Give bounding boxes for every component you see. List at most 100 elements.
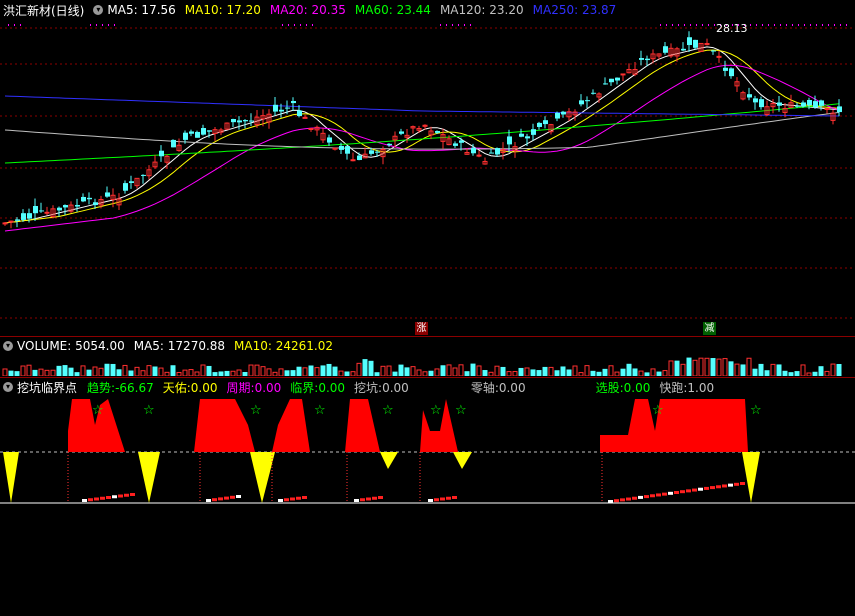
volume-bar xyxy=(746,357,752,376)
candle-down xyxy=(129,181,134,183)
volume-bar xyxy=(230,370,236,376)
signal-dot xyxy=(762,24,763,26)
ma250-label: MA250: 23.87 xyxy=(532,3,617,17)
step-bar xyxy=(206,499,211,502)
step-bar xyxy=(626,497,631,501)
volume-bar xyxy=(116,369,122,376)
volume-bar xyxy=(446,364,452,376)
volume-bar xyxy=(284,370,290,376)
candle-down xyxy=(159,150,164,157)
signal-dot xyxy=(714,24,715,26)
signal-dot xyxy=(822,24,823,26)
candle-up xyxy=(824,107,830,110)
signal-dot xyxy=(452,24,453,26)
step-bar xyxy=(278,499,283,502)
ma20-label: MA20: 20.35 xyxy=(269,3,346,17)
signal-dot xyxy=(108,24,109,26)
volume-bar xyxy=(242,372,248,376)
candle-down xyxy=(27,213,32,219)
step-bar xyxy=(644,495,649,499)
volume-bar xyxy=(20,365,26,376)
volume-bar xyxy=(770,363,776,376)
candle-down xyxy=(345,146,350,154)
signal-dot xyxy=(828,24,829,26)
volume-bar xyxy=(224,370,230,376)
star-icon: ☆ xyxy=(250,403,262,418)
volume-bar xyxy=(272,371,278,376)
candle-down xyxy=(777,102,782,106)
ma20-line xyxy=(4,64,840,232)
volume-bar xyxy=(596,371,602,376)
volume-bar xyxy=(326,363,332,376)
volume-bar xyxy=(800,364,806,376)
candle-down xyxy=(507,136,512,145)
dig-yellow-triangle xyxy=(138,452,160,503)
volume-bar xyxy=(410,366,416,376)
volume-bar xyxy=(32,369,38,376)
step-bar xyxy=(734,482,739,486)
step-bar xyxy=(224,496,229,500)
candle-down xyxy=(555,112,560,119)
volume-chart[interactable] xyxy=(0,350,855,376)
ma250-line xyxy=(4,95,840,117)
candle-down xyxy=(753,98,758,103)
volume-bar xyxy=(638,370,644,376)
volume-bar xyxy=(134,366,140,376)
step-bar xyxy=(428,499,433,502)
tag-up: 涨 xyxy=(415,322,428,335)
ind-select: 选股:0.00 xyxy=(595,380,651,395)
step-bar xyxy=(632,496,637,500)
candle-down xyxy=(525,136,530,139)
volume-bar xyxy=(8,370,14,376)
step-bar xyxy=(686,489,691,493)
candle-down xyxy=(591,92,596,94)
volume-bar xyxy=(686,357,692,376)
volume-bar xyxy=(416,369,422,376)
volume-bar xyxy=(254,364,260,376)
candlestick-chart: 28.13 xyxy=(0,22,855,319)
indicator-chart[interactable]: ☆ ☆ ☆ ☆ ☆ ☆ ☆ ☆ ☆ xyxy=(0,395,855,616)
candle-down xyxy=(693,39,698,48)
ma120-label: MA120: 23.20 xyxy=(439,3,524,17)
candle-up xyxy=(350,159,356,162)
candle-down xyxy=(21,213,26,220)
step-bar xyxy=(704,486,709,490)
indicator-settings-icon[interactable]: ▾ xyxy=(3,382,13,392)
volume-bar xyxy=(440,365,446,376)
volume-bar xyxy=(350,371,356,376)
candle-down xyxy=(195,131,200,138)
candle-down xyxy=(339,145,344,150)
volume-bar xyxy=(68,367,74,376)
ind-dig: 挖坑:0.00 xyxy=(354,380,409,395)
candle-down xyxy=(297,110,302,117)
volume-bar xyxy=(80,365,86,376)
volume-bar xyxy=(314,367,320,376)
step-bar xyxy=(620,498,625,502)
step-bar xyxy=(722,484,727,488)
signal-dot xyxy=(660,24,661,26)
candle-down xyxy=(729,68,734,77)
volume-bar xyxy=(680,363,686,376)
signal-dot xyxy=(840,24,841,26)
candle-down xyxy=(681,48,686,51)
candle-down xyxy=(237,120,242,123)
ind-trend: 趋势:-66.67 xyxy=(87,380,154,395)
candle-down xyxy=(399,131,404,134)
candle-down xyxy=(105,192,110,197)
volume-bar xyxy=(836,363,842,376)
volume-bar xyxy=(140,370,146,376)
price-chart[interactable]: 28.13 xyxy=(0,18,855,336)
candle-down xyxy=(243,120,248,122)
step-bar xyxy=(124,493,129,497)
step-bar xyxy=(740,482,745,485)
volume-bar xyxy=(806,372,812,376)
volume-bar xyxy=(518,367,524,376)
volume-bar xyxy=(74,372,80,376)
candle-down xyxy=(687,37,692,46)
volume-bar xyxy=(92,366,98,376)
settings-circle-icon[interactable]: ▾ xyxy=(93,5,104,15)
ma10-label: MA10: 17.20 xyxy=(184,3,261,17)
candle-down xyxy=(537,122,542,127)
step-bar xyxy=(302,496,307,499)
step-bar xyxy=(638,495,643,499)
